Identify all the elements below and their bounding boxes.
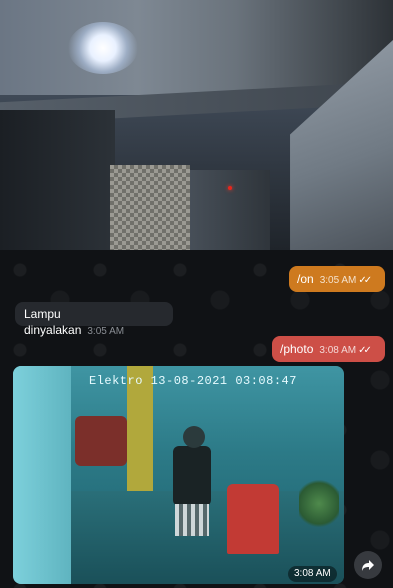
message-time: 3:05 AM (87, 326, 125, 337)
left-wall (0, 110, 115, 250)
tile-wall (110, 165, 190, 250)
message-text: /on (297, 272, 314, 286)
message-text: Lampu dinyalakan (24, 307, 82, 337)
camera-plant (299, 476, 339, 531)
image-message[interactable]: Elektro 13-08-2021 03:08:47 (13, 366, 344, 584)
red-led (228, 186, 232, 190)
share-arrow-icon (362, 560, 374, 571)
message-outgoing-photo[interactable]: /photo 3:08 AM ✓✓ (272, 336, 385, 362)
message-text: /photo (280, 342, 314, 356)
camera-person (173, 446, 211, 506)
camera-person-shorts (175, 504, 209, 536)
camera-car (75, 416, 127, 466)
ceiling (0, 0, 393, 95)
image-message-time: 3:08 AM (288, 566, 337, 582)
top-photo-frame (0, 0, 393, 250)
camera-chair (227, 484, 279, 554)
camera-person-head (183, 426, 205, 448)
read-ticks-icon: ✓✓ (358, 275, 372, 286)
share-button[interactable] (354, 551, 382, 579)
lamp-light (68, 22, 138, 74)
message-outgoing-on[interactable]: /on 3:05 AM ✓✓ (289, 266, 385, 292)
message-time: 3:05 AM (319, 275, 357, 286)
camera-wall (13, 366, 71, 584)
camera-timestamp: Elektro 13-08-2021 03:08:47 (89, 374, 297, 388)
door-frame (190, 170, 270, 250)
message-incoming-lampu[interactable]: Lampu dinyalakan 3:05 AM (15, 302, 173, 337)
read-ticks-icon: ✓✓ (358, 345, 372, 356)
message-time: 3:08 AM (319, 345, 357, 356)
